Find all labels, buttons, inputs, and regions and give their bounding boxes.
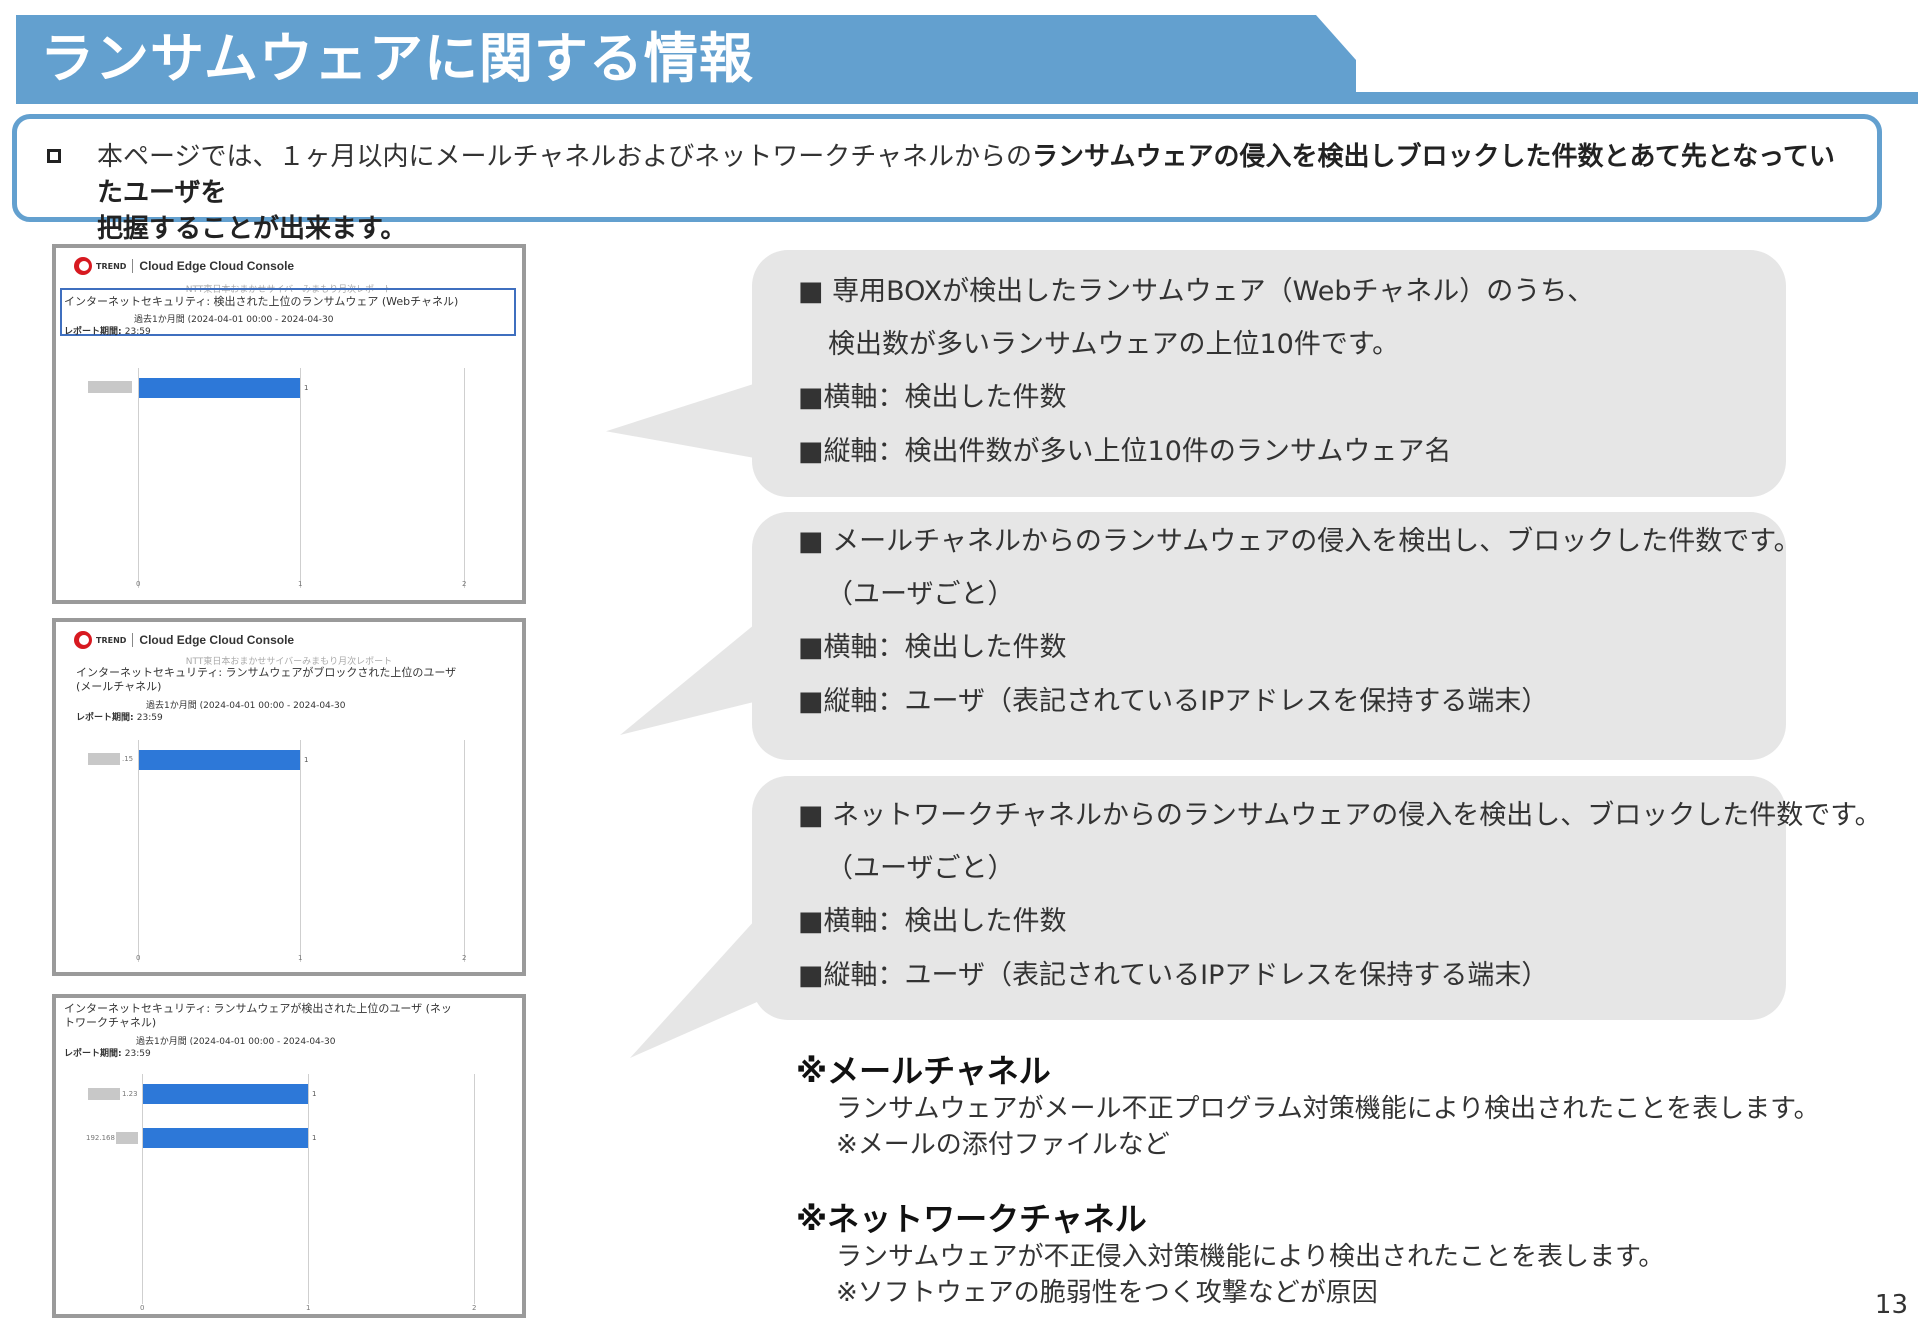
callout-bubble-mail: ■ メールチャネルからのランサムウェアの侵入を検出し、ブロックした件数です。 （…: [752, 512, 1801, 760]
tick-label-1: 1: [298, 580, 303, 588]
console-header: TREND Cloud Edge Cloud Console: [74, 630, 294, 650]
report-period-label: レポート期間: 23:59: [64, 1046, 151, 1059]
tick-label-0: 0: [140, 1304, 145, 1312]
row-label: 1.23: [122, 1090, 138, 1098]
bar-value-label: 1: [312, 1134, 317, 1142]
logo-wordmark: TREND: [96, 261, 127, 271]
header-separator: [132, 633, 134, 647]
period-end-text: 23:59: [136, 713, 163, 723]
report-period: 過去1か月間 (2024-04-01 00:00 - 2024-04-30: [134, 315, 334, 325]
bubble-line: ■ 専用BOXが検出したランサムウェア（Webチャネル）のうち、: [798, 276, 1595, 307]
panel-title-line-1: インターネットセキュリティ: ランサムウェアがブロックされた上位のユーザ: [76, 666, 457, 679]
period-label-text: レポート期間:: [64, 1049, 122, 1059]
period-label-text: レポート期間:: [64, 327, 122, 337]
page-number: 13: [1874, 1290, 1908, 1320]
intro-text: 本ページでは、１ヶ月以内にメールチャネルおよびネットワークチャネルからのランサム…: [97, 139, 1857, 247]
panel-title-line-1: インターネットセキュリティ: ランサムウェアが検出された上位のユーザ (ネッ: [64, 1002, 452, 1015]
chart-bar: [143, 1084, 308, 1104]
axis-line-0: [142, 1074, 143, 1304]
panel-title-line-2: トワークチャネル): [64, 1016, 157, 1029]
tick-label-2: 2: [462, 954, 467, 962]
screenshot-panel-web: TREND Cloud Edge Cloud Console NTT東日本おまか…: [52, 244, 526, 604]
bubble-line: ■縦軸：ユーザ（表記されているIPアドレスを保持する端末）: [798, 960, 1549, 991]
bubble-tail-1: [606, 380, 766, 460]
bar-value-label: 1: [304, 756, 309, 764]
note-description-mail: ランサムウェアがメール不正プログラム対策機能により検出されたことを表します。: [836, 1094, 1820, 1124]
redacted-label: [88, 1088, 120, 1100]
bubble-line: ■横軸：検出した件数: [798, 382, 1067, 413]
redacted-label: [88, 753, 120, 765]
report-period-label: レポート期間: 23:59: [64, 324, 151, 337]
row-label: .15: [122, 755, 134, 763]
callout-bubble-web: ■ 専用BOXが検出したランサムウェア（Webチャネル）のうち、 検出数が多いラ…: [752, 250, 1786, 497]
redacted-label: [116, 1132, 138, 1144]
screenshot-panel-mail: TREND Cloud Edge Cloud Console NTT東日本おまか…: [52, 618, 526, 976]
report-period: 過去1か月間 (2024-04-01 00:00 - 2024-04-30: [136, 1037, 336, 1047]
tick-label-2: 2: [472, 1304, 477, 1312]
axis-line-0: [138, 740, 139, 962]
axis-line-1: [308, 1074, 309, 1304]
axis-line-1: [300, 368, 301, 588]
bubble-line: ■縦軸：検出件数が多い上位10件のランサムウェア名: [798, 436, 1452, 467]
chart-bar: [139, 378, 300, 398]
screenshot-panel-network: インターネットセキュリティ: ランサムウェアが検出された上位のユーザ (ネッ ト…: [52, 994, 526, 1318]
bubble-line: ■ メールチャネルからのランサムウェアの侵入を検出し、ブロックした件数です。: [798, 526, 1801, 557]
bubble-line: ■縦軸：ユーザ（表記されているIPアドレスを保持する端末）: [798, 686, 1549, 717]
bubble-tail-2: [620, 615, 766, 735]
tick-label-0: 0: [136, 580, 141, 588]
bar-value-label: 1: [304, 384, 309, 392]
redacted-label: [88, 381, 132, 393]
bubble-line: 検出数が多いランサムウェアの上位10件です。: [828, 329, 1400, 360]
row-label: 192.168: [86, 1134, 115, 1142]
callout-bubble-network: ■ ネットワークチャネルからのランサムウェアの侵入を検出し、ブロックした件数です…: [752, 776, 1882, 1020]
period-end-text: 23:59: [124, 327, 151, 337]
tick-label-2: 2: [462, 580, 467, 588]
axis-line-0: [138, 368, 139, 588]
panel-title: インターネットセキュリティ: 検出された上位のランサムウェア (Webチャネル): [64, 295, 459, 308]
intro-box: 本ページでは、１ヶ月以内にメールチャネルおよびネットワークチャネルからのランサム…: [12, 114, 1882, 244]
header-separator: [132, 259, 134, 273]
bubble-line: ■ ネットワークチャネルからのランサムウェアの侵入を検出し、ブロックした件数です…: [798, 800, 1882, 831]
console-name: Cloud Edge Cloud Console: [139, 633, 295, 647]
tick-label-1: 1: [298, 954, 303, 962]
tick-label-0: 0: [136, 954, 141, 962]
note-example-mail: ※メールの添付ファイルなど: [836, 1130, 1170, 1160]
console-name: Cloud Edge Cloud Console: [139, 259, 295, 273]
bubble-line: （ユーザごと）: [826, 853, 1015, 884]
bubble-line: ■横軸：検出した件数: [798, 632, 1067, 663]
note-title-mail: ※メールチャネル: [796, 1052, 1051, 1090]
report-period-label: レポート期間: 23:59: [76, 710, 163, 723]
page-title: ランサムウェアに関する情報: [40, 27, 754, 90]
axis-line-1: [300, 740, 301, 962]
bubble-line: ■横軸：検出した件数: [798, 906, 1067, 937]
console-header: TREND Cloud Edge Cloud Console: [74, 256, 294, 276]
trend-logo-icon: [74, 257, 92, 275]
chart-bar: [139, 750, 300, 770]
bar-value-label: 1: [312, 1090, 317, 1098]
intro-text-normal: 本ページでは、１ヶ月以内にメールチャネルおよびネットワークチャネルからの: [97, 142, 1032, 172]
tick-label-1: 1: [306, 1304, 311, 1312]
intro-text-bold-2: 把握することが出来ます。: [97, 214, 407, 244]
period-end-text: 23:59: [124, 1049, 151, 1059]
chart-bar: [143, 1128, 308, 1148]
period-label-text: レポート期間:: [76, 713, 134, 723]
logo-wordmark: TREND: [96, 635, 127, 645]
axis-line-2: [464, 740, 465, 962]
note-example-network: ※ソフトウェアの脆弱性をつく攻撃などが原因: [836, 1278, 1378, 1308]
note-title-network: ※ネットワークチャネル: [796, 1200, 1147, 1238]
axis-line-2: [464, 368, 465, 588]
bubble-tail-3: [630, 908, 766, 1058]
panel-title-line-2: (メールチャネル): [76, 680, 162, 693]
report-period: 過去1か月間 (2024-04-01 00:00 - 2024-04-30: [146, 701, 346, 711]
square-bullet-icon: [47, 149, 61, 163]
trend-logo-icon: [74, 631, 92, 649]
note-description-network: ランサムウェアが不正侵入対策機能により検出されたことを表します。: [836, 1242, 1665, 1272]
axis-line-2: [474, 1074, 475, 1304]
bubble-line: （ユーザごと）: [826, 579, 1015, 610]
